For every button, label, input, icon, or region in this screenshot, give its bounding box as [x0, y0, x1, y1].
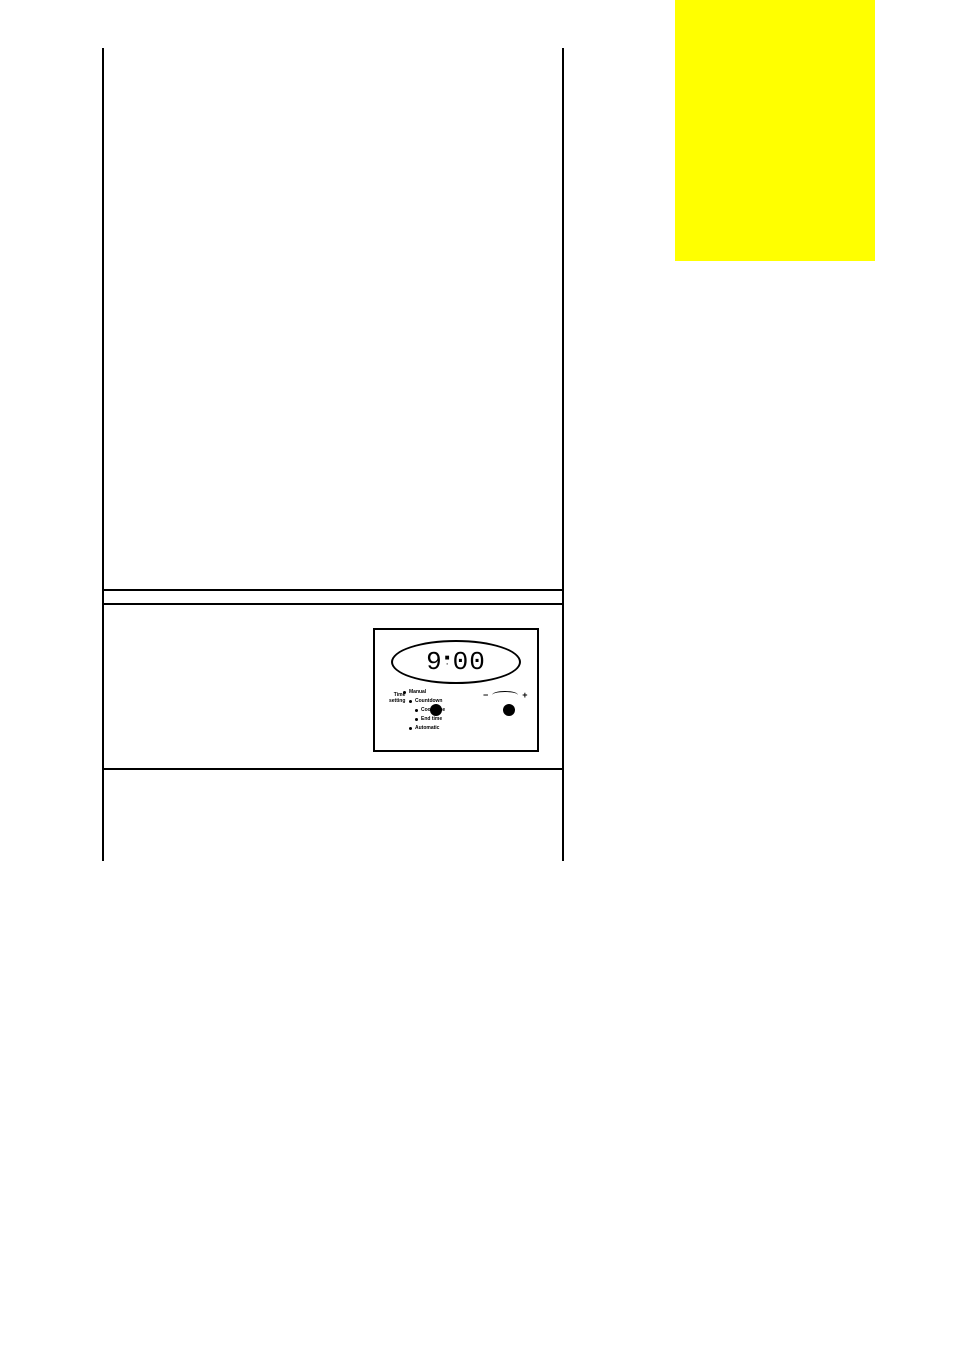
minus-icon: − — [483, 690, 488, 700]
led-dot-icon — [409, 727, 412, 730]
led-dot-icon — [409, 700, 412, 703]
clock-separator-icon: ■ · — [445, 656, 451, 668]
clock-minutes: 00 — [453, 647, 486, 677]
clock-hour: 9 — [426, 647, 443, 677]
led-dot-icon — [415, 709, 418, 712]
minus-plus-indicator: − + — [483, 690, 528, 700]
label-countdown: Countdown — [409, 697, 445, 705]
label-text: Automatic — [415, 724, 439, 732]
clock-time-readout: 9 ■ · 00 — [426, 647, 486, 677]
adjust-button[interactable] — [503, 704, 515, 716]
horizontal-divider — [102, 603, 564, 605]
label-text: Manual — [409, 688, 426, 696]
plus-icon: + — [522, 690, 527, 700]
horizontal-divider — [102, 768, 564, 770]
mode-select-button[interactable] — [430, 704, 442, 716]
label-manual: Manual — [403, 688, 445, 696]
led-dot-icon — [403, 691, 406, 694]
label-text: End time — [421, 715, 442, 723]
label-endtime: End time — [415, 715, 445, 723]
horizontal-divider — [102, 589, 564, 591]
clock-display-oval: 9 ■ · 00 — [391, 640, 521, 684]
yellow-tab — [675, 0, 875, 261]
led-dot-icon — [415, 718, 418, 721]
arc-icon — [492, 691, 518, 699]
clock-timer-panel: 9 ■ · 00 Timesetting Manual Countdown Co… — [373, 628, 539, 752]
label-automatic: Automatic — [409, 724, 445, 732]
